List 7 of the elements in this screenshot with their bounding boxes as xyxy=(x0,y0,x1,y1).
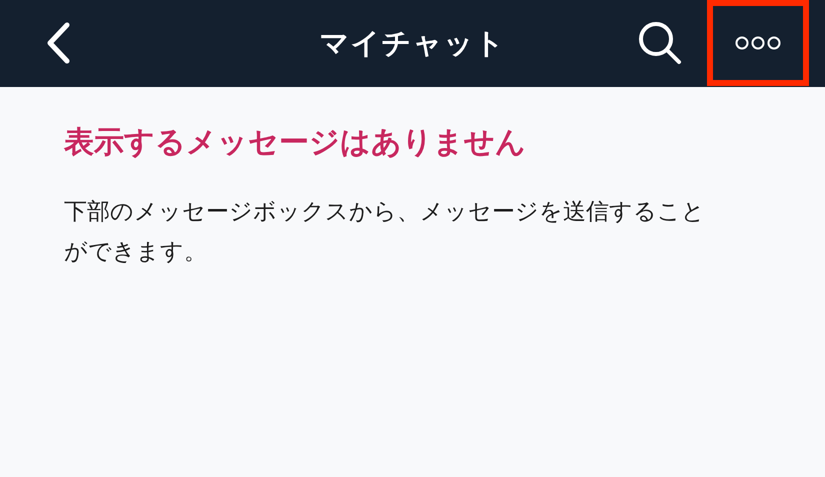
empty-state-message: 下部のメッセージボックスから、メッセージを送信することができます。 xyxy=(64,198,706,267)
search-icon xyxy=(637,20,683,66)
more-button[interactable] xyxy=(707,0,809,86)
empty-state-heading: 表示するメッセージはありません xyxy=(64,124,527,162)
back-icon xyxy=(45,22,71,64)
more-icon xyxy=(735,36,781,50)
screen-title: マイチャット xyxy=(320,24,506,62)
